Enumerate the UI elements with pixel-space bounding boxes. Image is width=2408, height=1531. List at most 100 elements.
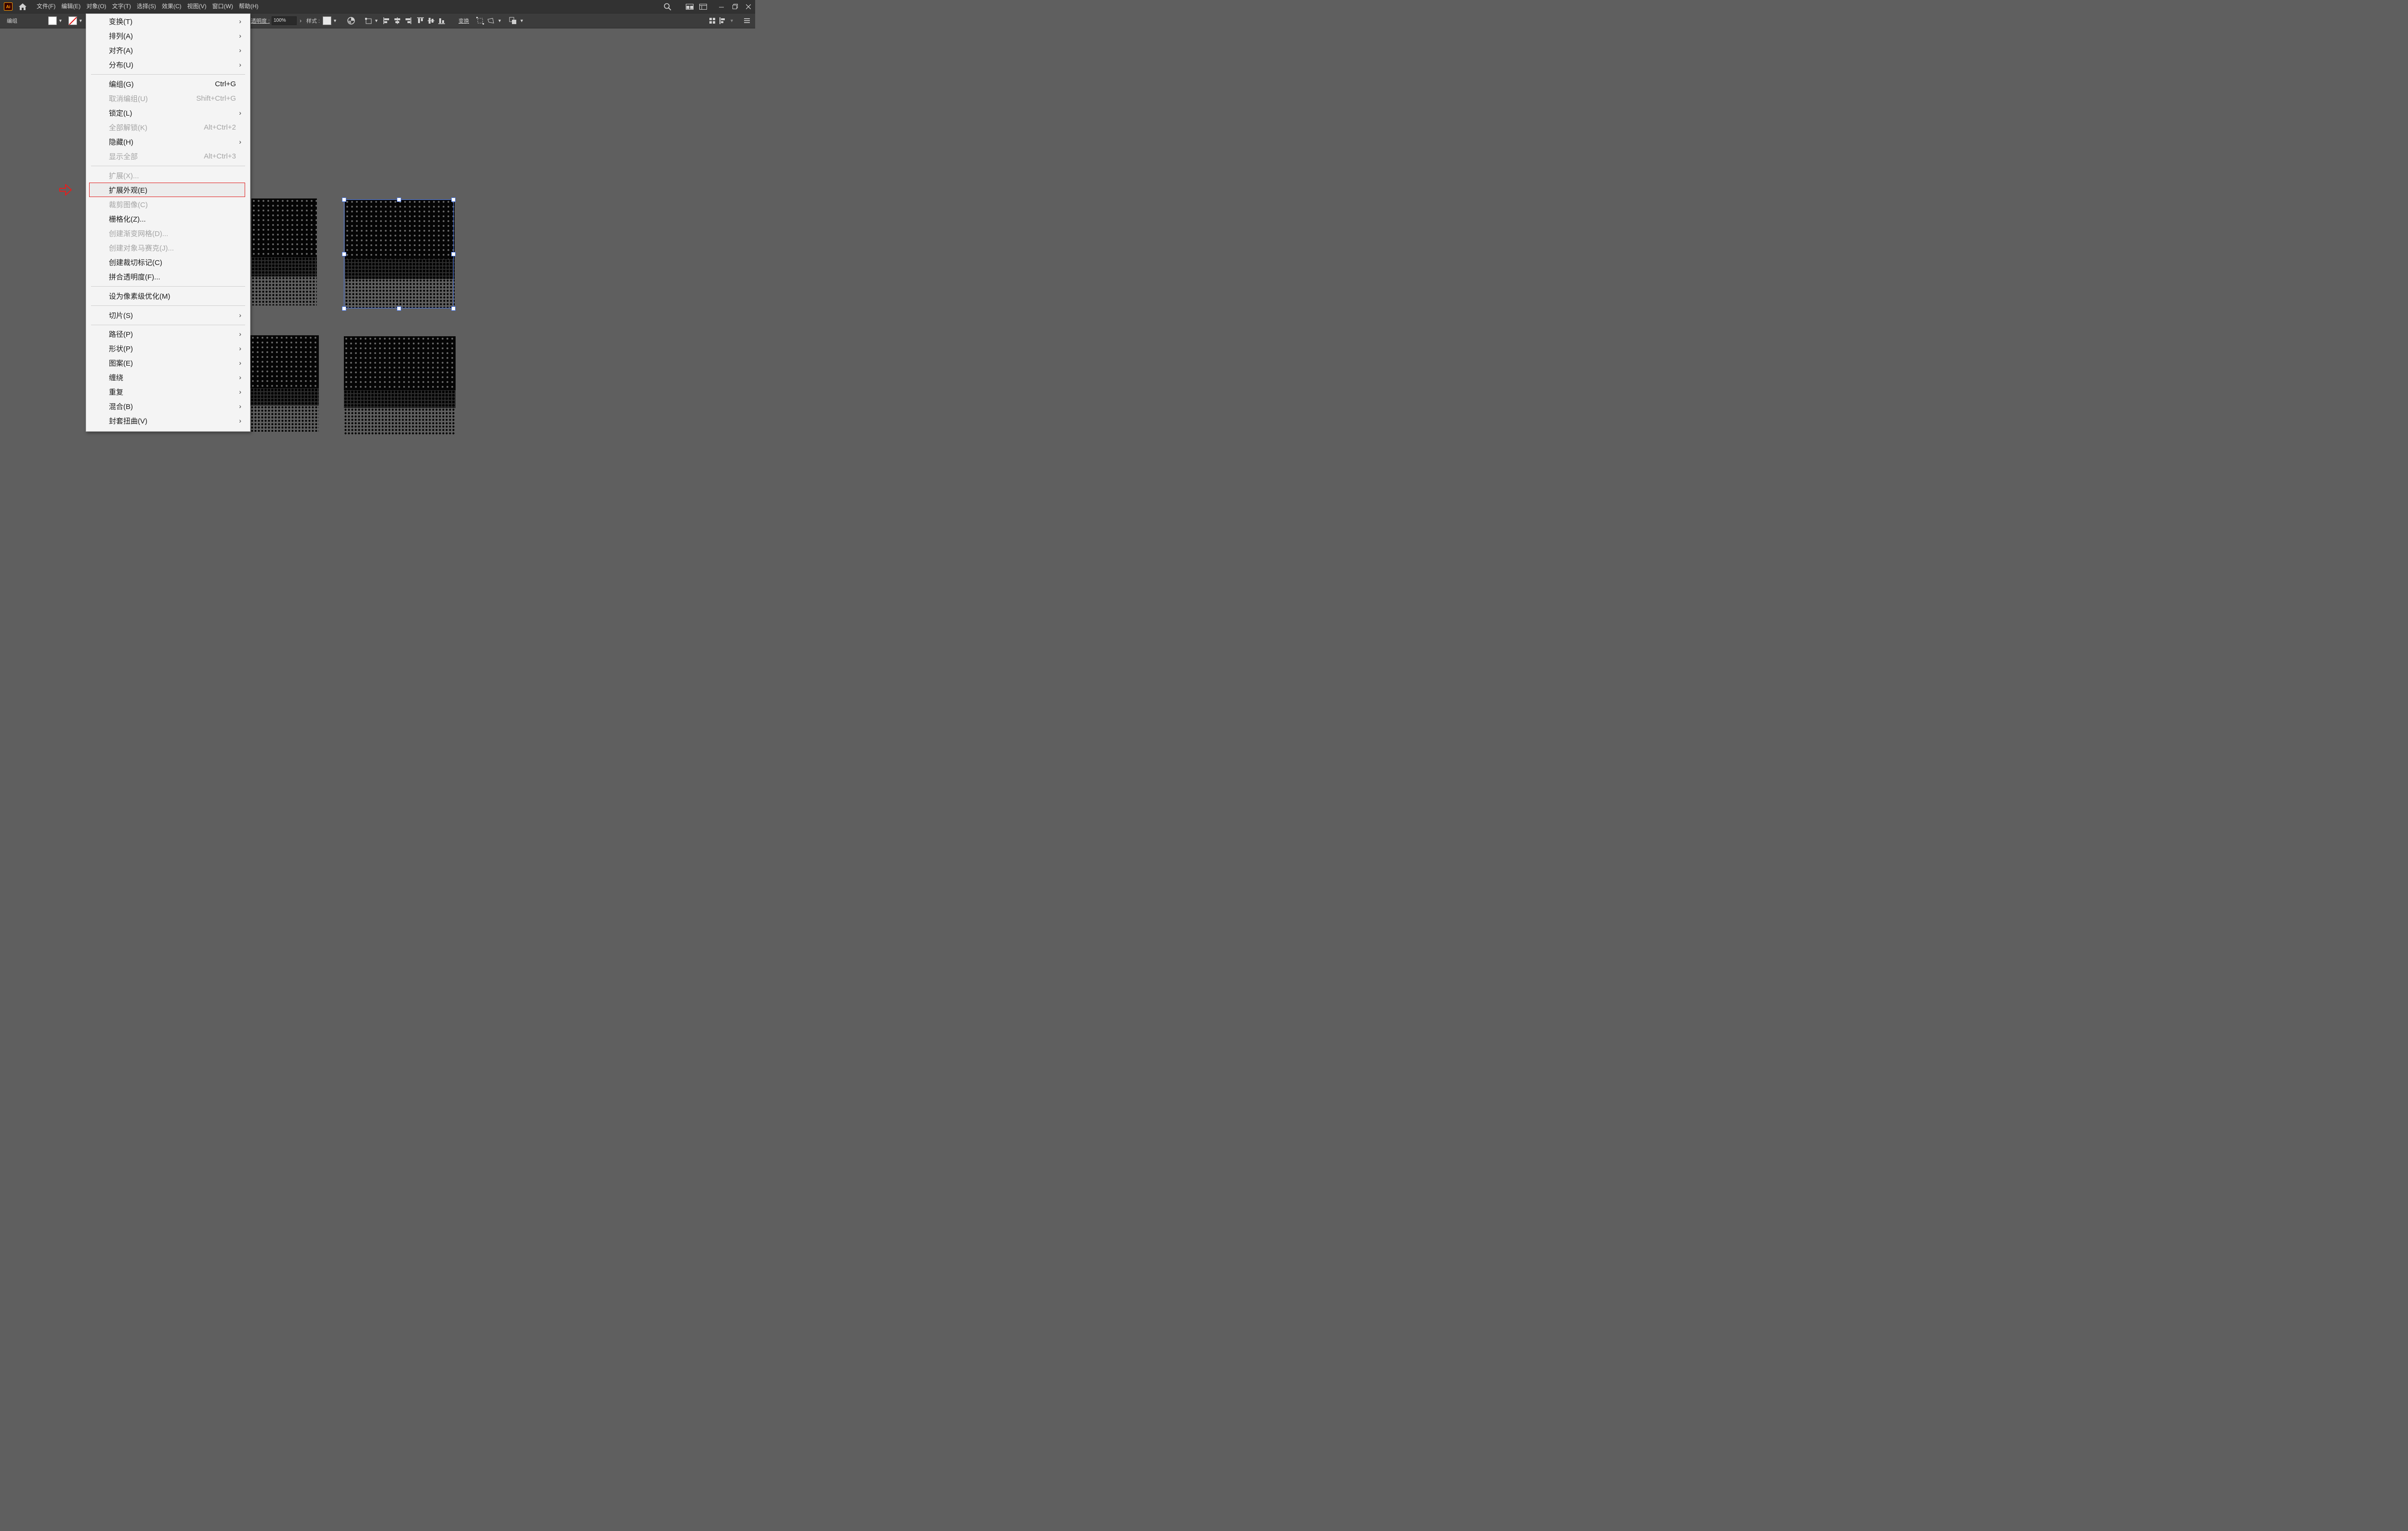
fill-swatch[interactable] bbox=[48, 16, 57, 25]
minimize-button[interactable] bbox=[715, 0, 728, 13]
menu-effect[interactable]: 效果(C) bbox=[159, 0, 184, 13]
transform-label[interactable]: 变换 bbox=[458, 17, 469, 25]
halftone-artwork-top-left[interactable] bbox=[251, 198, 317, 305]
menu-file[interactable]: 文件(F) bbox=[34, 0, 58, 13]
restore-button[interactable] bbox=[728, 0, 742, 13]
home-button[interactable] bbox=[16, 1, 29, 12]
menu-item-shortcut: Alt+Ctrl+3 bbox=[204, 152, 236, 160]
align-buttons bbox=[381, 13, 447, 28]
menu-item-pixel-optimize[interactable]: 设为像素级优化(M) bbox=[86, 289, 250, 303]
resize-handle-bottom-right[interactable] bbox=[451, 306, 456, 311]
isolate-button[interactable]: ▼ ▼ bbox=[475, 13, 524, 28]
align-left-button[interactable] bbox=[381, 13, 392, 28]
isolate-group-button[interactable] bbox=[475, 13, 485, 28]
menu-help[interactable]: 帮助(H) bbox=[236, 0, 262, 13]
chevron-down-icon[interactable]: ▼ bbox=[333, 18, 337, 23]
chevron-right-icon: › bbox=[239, 359, 241, 367]
resize-handle-top[interactable] bbox=[397, 198, 401, 202]
opacity-input[interactable]: 100% bbox=[272, 16, 297, 25]
align-center-v-button[interactable] bbox=[426, 13, 436, 28]
align-top-button[interactable] bbox=[415, 13, 426, 28]
menu-edit[interactable]: 编辑(E) bbox=[58, 0, 83, 13]
align-top-icon bbox=[417, 17, 424, 23]
graphic-style-swatch[interactable] bbox=[323, 16, 332, 25]
menu-item-pattern[interactable]: 图案(E) › bbox=[86, 356, 250, 370]
align-to-selection-icon bbox=[365, 18, 372, 24]
recolor-button[interactable] bbox=[347, 13, 355, 28]
chevron-down-icon[interactable]: ▼ bbox=[79, 18, 83, 23]
menu-item-label: 创建裁切标记(C) bbox=[109, 258, 162, 267]
menu-item-label: 隐藏(H) bbox=[109, 138, 133, 146]
menu-type[interactable]: 文字(T) bbox=[109, 0, 134, 13]
menu-window[interactable]: 窗口(W) bbox=[209, 0, 236, 13]
selection-type-label: 编组 bbox=[7, 13, 17, 28]
menu-item-envelope-distort[interactable]: 封套扭曲(V) › bbox=[86, 413, 250, 428]
halftone-dense-region bbox=[250, 335, 319, 388]
transform-link[interactable]: 变换 bbox=[458, 13, 469, 28]
chevron-down-icon[interactable]: ▼ bbox=[58, 18, 63, 23]
stroke-swatch-group[interactable]: ▼ bbox=[68, 13, 83, 28]
menu-item-label: 对齐(A) bbox=[109, 46, 133, 55]
menu-item-path[interactable]: 路径(P) › bbox=[86, 327, 250, 341]
menu-item-expand-appearance[interactable]: 扩展外观(E) bbox=[89, 183, 245, 197]
chevron-right-icon: › bbox=[239, 61, 241, 68]
align-right-button[interactable] bbox=[403, 13, 413, 28]
menu-item-repeat[interactable]: 重复 › bbox=[86, 384, 250, 399]
menu-item-hide[interactable]: 隐藏(H) › bbox=[86, 134, 250, 149]
menu-item-slice[interactable]: 切片(S) › bbox=[86, 308, 250, 322]
chevron-down-icon[interactable]: ▼ bbox=[374, 18, 379, 23]
app-logo: Ai bbox=[4, 2, 13, 11]
resize-handle-bottom-left[interactable] bbox=[342, 306, 346, 311]
selection-bounding-box[interactable] bbox=[342, 198, 456, 311]
menu-item-label: 切片(S) bbox=[109, 311, 133, 320]
arrange-documents-button[interactable] bbox=[696, 0, 710, 13]
menu-item-blend[interactable]: 混合(B) › bbox=[86, 399, 250, 413]
menu-item-label: 锁定(L) bbox=[109, 109, 132, 118]
align-bottom-button[interactable] bbox=[436, 13, 447, 28]
menu-item-align[interactable]: 对齐(A) › bbox=[86, 43, 250, 57]
fill-swatch-group[interactable]: ▼ bbox=[48, 13, 63, 28]
resize-handle-left[interactable] bbox=[342, 252, 346, 256]
pathfinder-button[interactable] bbox=[508, 13, 518, 28]
stroke-none-swatch[interactable] bbox=[68, 16, 77, 25]
minimize-icon bbox=[719, 4, 724, 9]
resize-handle-bottom[interactable] bbox=[397, 306, 401, 311]
puppet-warp-button[interactable] bbox=[485, 13, 496, 28]
menu-item-label: 形状(P) bbox=[109, 344, 133, 353]
distribute-button[interactable] bbox=[718, 13, 728, 28]
resize-handle-top-right[interactable] bbox=[451, 198, 456, 202]
panel-menu-button[interactable] bbox=[742, 13, 752, 28]
menu-item-flatten-transparency[interactable]: 拼合透明度(F)... bbox=[86, 269, 250, 284]
menu-item-label: 变换(T) bbox=[109, 17, 133, 26]
search-button[interactable] bbox=[661, 0, 674, 13]
menu-item-rasterize[interactable]: 栅格化(Z)... bbox=[86, 211, 250, 226]
chevron-right-icon[interactable]: › bbox=[300, 17, 301, 24]
workspace-switcher[interactable] bbox=[683, 0, 696, 13]
chevron-down-icon[interactable]: ▼ bbox=[730, 18, 734, 23]
menu-item-group[interactable]: 编组(G) Ctrl+G bbox=[86, 77, 250, 91]
opacity-label: 透明度 : bbox=[251, 18, 270, 24]
resize-handle-top-left[interactable] bbox=[342, 198, 346, 202]
menu-object[interactable]: 对象(O) bbox=[83, 0, 109, 13]
menu-select[interactable]: 选择(S) bbox=[134, 0, 159, 13]
chevron-down-icon[interactable]: ▼ bbox=[497, 18, 502, 23]
halftone-artwork-bottom-right[interactable] bbox=[344, 336, 456, 435]
window-controls bbox=[661, 0, 755, 13]
align-to-dropdown[interactable]: ▼ bbox=[365, 13, 379, 28]
grid-view-button[interactable] bbox=[707, 13, 718, 28]
menu-item-intertwine[interactable]: 缠绕 › bbox=[86, 370, 250, 384]
menu-item-arrange[interactable]: 排列(A) › bbox=[86, 28, 250, 43]
chevron-right-icon: › bbox=[239, 402, 241, 410]
halftone-artwork-bottom-left[interactable] bbox=[250, 335, 319, 432]
warp-icon bbox=[487, 18, 494, 24]
menu-item-shape[interactable]: 形状(P) › bbox=[86, 341, 250, 356]
chevron-down-icon[interactable]: ▼ bbox=[520, 18, 524, 23]
menu-item-distribute[interactable]: 分布(U) › bbox=[86, 57, 250, 72]
menu-item-transform[interactable]: 变换(T) › bbox=[86, 14, 250, 28]
resize-handle-right[interactable] bbox=[451, 252, 456, 256]
align-center-h-button[interactable] bbox=[392, 13, 403, 28]
menu-item-create-trim-marks[interactable]: 创建裁切标记(C) bbox=[86, 255, 250, 269]
close-button[interactable] bbox=[742, 0, 755, 13]
menu-view[interactable]: 视图(V) bbox=[184, 0, 209, 13]
menu-item-lock[interactable]: 锁定(L) › bbox=[86, 106, 250, 120]
